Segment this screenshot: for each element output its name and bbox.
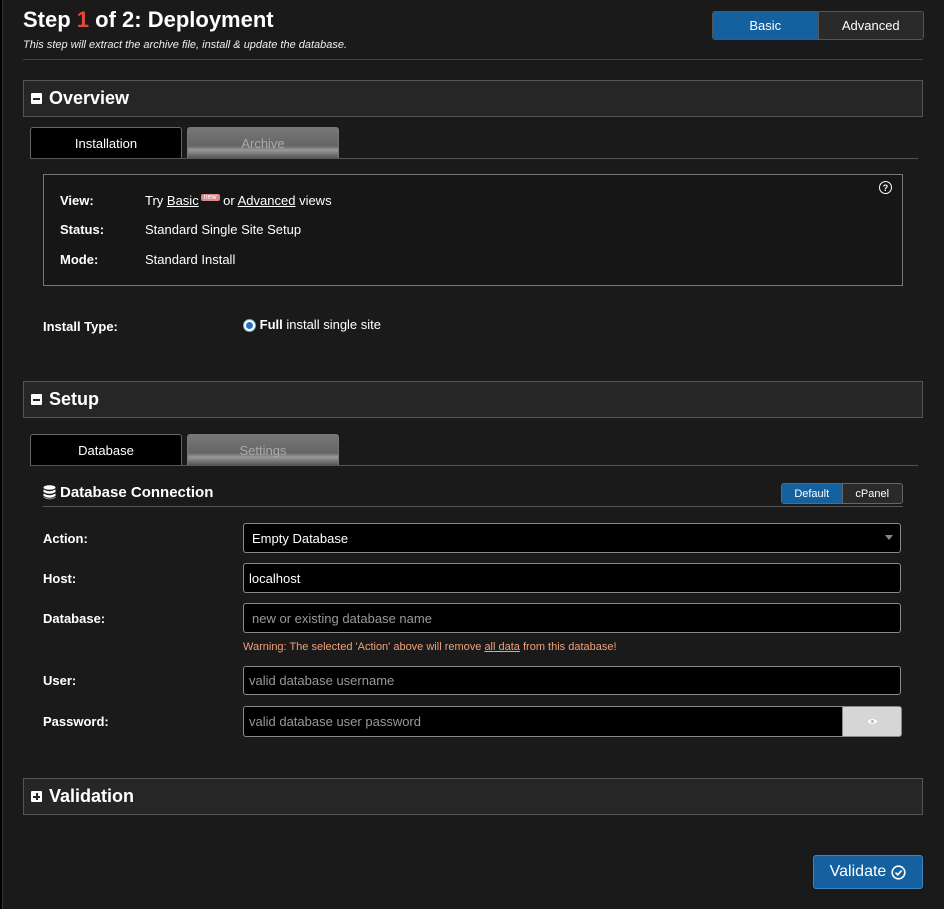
default-mode-button[interactable]: Default [782, 484, 842, 503]
user-label: User: [43, 673, 77, 688]
install-type-label: Install Type: [43, 319, 118, 334]
install-type-option-text: install single site [282, 317, 382, 332]
view-label: View: [60, 193, 94, 208]
setup-section-header[interactable]: Setup [23, 381, 923, 418]
db-connection-title-text: Database Connection [60, 484, 214, 501]
basic-view-button[interactable]: Basic [713, 12, 818, 39]
tab-settings[interactable]: Settings [187, 434, 339, 465]
db-connection-title: Database Connection [43, 484, 213, 501]
mode-label: Mode: [60, 252, 99, 267]
password-label: Password: [43, 714, 109, 729]
connection-mode-toggle: Default cPanel [781, 483, 903, 504]
action-label: Action: [43, 531, 88, 546]
chevron-down-icon [885, 535, 893, 540]
expand-icon [31, 791, 42, 802]
view-row: View: Try Basic new or Advanced views [60, 193, 332, 208]
setup-section-title: Setup [49, 389, 100, 409]
help-icon[interactable]: ? [879, 181, 892, 194]
advanced-view-button[interactable]: Advanced [817, 12, 923, 39]
mode-row: Mode: Standard Install [60, 252, 235, 267]
mode-value: Standard Install [145, 252, 236, 267]
title-suffix: of 2: Deployment [89, 7, 274, 32]
database-icon [43, 485, 56, 500]
page-subtitle: This step will extract the archive file,… [23, 39, 348, 51]
validate-button-label: Validate [829, 863, 887, 880]
action-select-value: Empty Database [252, 530, 349, 546]
full-install-radio[interactable] [243, 319, 256, 333]
database-name-input[interactable]: new or existing database name [243, 603, 901, 633]
eye-icon [867, 719, 877, 724]
tab-archive[interactable]: Archive [187, 127, 339, 158]
page-title: Step 1 of 2: Deployment [23, 7, 274, 33]
warning-all-data: all data [484, 641, 520, 653]
validate-button[interactable]: Validate [813, 855, 923, 889]
host-input[interactable]: localhost [243, 563, 901, 593]
view-or-text: or [219, 193, 238, 208]
overview-tab-divider [30, 158, 918, 159]
header-divider [23, 59, 923, 60]
validation-section-title: Validation [49, 786, 135, 806]
title-prefix: Step [23, 7, 77, 32]
collapse-icon [31, 93, 42, 104]
status-row: Status: Standard Single Site Setup [60, 222, 301, 237]
show-password-button[interactable] [842, 706, 902, 737]
status-value: Standard Single Site Setup [145, 222, 302, 237]
db-connection-divider [43, 506, 903, 507]
warning-text-start: Warning: The selected 'Action' above wil… [243, 641, 485, 653]
overview-section-title: Overview [49, 88, 130, 108]
warning-text-end: from this database! [519, 641, 617, 653]
status-label: Status: [60, 222, 105, 237]
overview-section-header[interactable]: Overview [23, 80, 923, 117]
validation-section-header[interactable]: Validation [23, 778, 923, 815]
install-type-option-bold: Full [259, 317, 283, 332]
action-select[interactable]: Empty Database [243, 523, 901, 553]
user-input[interactable]: valid database username [243, 666, 901, 695]
advanced-view-link[interactable]: Advanced [238, 193, 296, 208]
view-views-text: views [295, 193, 332, 208]
collapse-icon [31, 394, 42, 405]
tab-installation[interactable]: Installation [30, 127, 182, 158]
title-step-number: 1 [76, 7, 90, 32]
overview-info-box: ? View: Try Basic new or Advanced views St… [43, 174, 903, 286]
action-warning: Warning: The selected 'Action' above wil… [243, 641, 617, 653]
basic-view-link[interactable]: Basic [167, 193, 199, 208]
view-try-text: Try [145, 193, 167, 208]
password-input[interactable]: valid database user password [243, 706, 843, 737]
new-badge: new [200, 194, 220, 201]
setup-tab-divider [30, 465, 918, 466]
view-mode-toggle: Basic Advanced [712, 11, 924, 40]
host-label: Host: [43, 571, 77, 586]
cpanel-mode-button[interactable]: cPanel [841, 484, 902, 503]
install-type-option: Full install single site [243, 317, 382, 333]
tab-database[interactable]: Database [30, 434, 182, 465]
database-label: Database: [43, 611, 106, 626]
installer-page: Step 1 of 2: Deployment This step will e… [2, 0, 944, 909]
check-circle-icon [891, 864, 906, 880]
